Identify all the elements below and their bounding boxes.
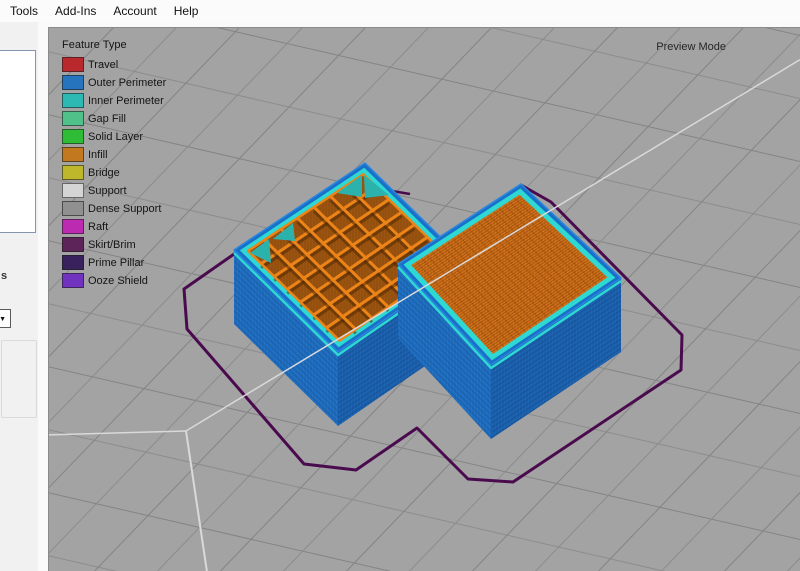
- legend-swatch: [62, 165, 84, 180]
- application-window: Tools Add-Ins Account Help s ▼: [0, 0, 800, 571]
- feature-type-legend: Feature Type Travel Outer Perimeter Inner …: [62, 39, 166, 291]
- chevron-down-icon: ▼: [0, 316, 6, 323]
- legend-label: Raft: [88, 221, 108, 233]
- panel-divider: [38, 22, 48, 571]
- legend-swatch: [62, 183, 84, 198]
- menu-item-help[interactable]: Help: [174, 0, 199, 22]
- legend-swatch: [62, 93, 84, 108]
- legend-label: Inner Perimeter: [88, 95, 164, 107]
- legend-swatch: [62, 75, 84, 90]
- legend-item: Ooze Shield: [62, 273, 166, 288]
- legend-swatch: [62, 201, 84, 216]
- preview-viewport[interactable]: Feature Type Travel Outer Perimeter Inner …: [48, 27, 800, 571]
- legend-item: Prime Pillar: [62, 255, 166, 270]
- legend-item: Raft: [62, 219, 166, 234]
- legend-swatch: [62, 273, 84, 288]
- process-dropdown[interactable]: ▼: [0, 309, 11, 328]
- legend-label: Prime Pillar: [88, 257, 144, 269]
- legend-item: Support: [62, 183, 166, 198]
- legend-label: Dense Support: [88, 203, 161, 215]
- legend-item: Skirt/Brim: [62, 237, 166, 252]
- legend-swatch: [62, 237, 84, 252]
- legend-item: Outer Perimeter: [62, 75, 166, 90]
- legend-label: Support: [88, 185, 127, 197]
- menu-item-add-ins[interactable]: Add-Ins: [55, 0, 96, 22]
- legend-label: Solid Layer: [88, 131, 143, 143]
- truncated-label: s: [1, 270, 7, 282]
- legend-item: Infill: [62, 147, 166, 162]
- legend-label: Bridge: [88, 167, 120, 179]
- legend-label: Travel: [88, 59, 118, 71]
- legend-label: Skirt/Brim: [88, 239, 136, 251]
- legend-rows: Travel Outer Perimeter Inner Perimeter Gap …: [62, 57, 166, 288]
- legend-item: Travel: [62, 57, 166, 72]
- legend-swatch: [62, 111, 84, 126]
- legend-title: Feature Type: [62, 39, 166, 51]
- legend-item: Solid Layer: [62, 129, 166, 144]
- legend-item: Bridge: [62, 165, 166, 180]
- legend-swatch: [62, 219, 84, 234]
- preview-mode-label: Preview Mode: [656, 41, 726, 53]
- legend-swatch: [62, 129, 84, 144]
- legend-label: Ooze Shield: [88, 275, 148, 287]
- menu-item-account[interactable]: Account: [113, 0, 156, 22]
- legend-swatch: [62, 57, 84, 72]
- legend-item: Dense Support: [62, 201, 166, 216]
- legend-label: Gap Fill: [88, 113, 126, 125]
- legend-item: Gap Fill: [62, 111, 166, 126]
- left-panel: s ▼: [0, 22, 38, 571]
- legend-swatch: [62, 255, 84, 270]
- menu-bar: Tools Add-Ins Account Help: [0, 0, 800, 22]
- model-listbox[interactable]: [0, 50, 36, 233]
- sidebar-groupbox: [1, 340, 37, 418]
- legend-label: Outer Perimeter: [88, 77, 166, 89]
- legend-swatch: [62, 147, 84, 162]
- menu-item-tools[interactable]: Tools: [10, 0, 38, 22]
- legend-label: Infill: [88, 149, 108, 161]
- legend-item: Inner Perimeter: [62, 93, 166, 108]
